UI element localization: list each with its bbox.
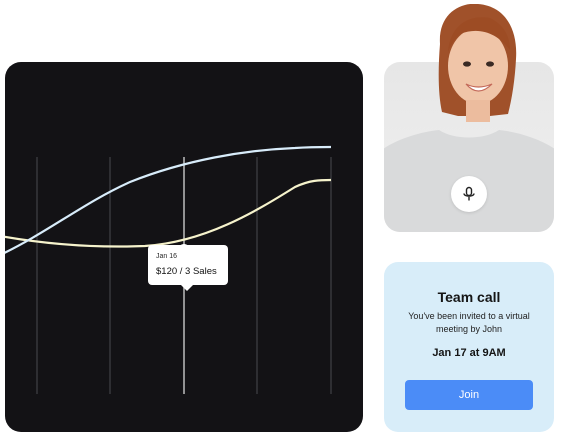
- join-button[interactable]: Join: [405, 380, 533, 410]
- tooltip-value: $120 / 3 Sales: [156, 266, 217, 277]
- invite-title: Team call: [437, 289, 501, 305]
- microphone-button[interactable]: [451, 176, 487, 212]
- invite-description: You've been invited to a virtual meeting…: [408, 311, 530, 334]
- sales-chart-card: Jan 16 $120 / 3 Sales: [5, 62, 363, 432]
- tooltip-date: Jan 16: [156, 253, 178, 260]
- invite-time: Jan 17 at 9AM: [432, 347, 506, 359]
- series-line-yellow: [5, 178, 332, 248]
- series-line-blue: [5, 145, 332, 254]
- microphone-icon: [463, 186, 475, 201]
- chart-tooltip: Jan 16 $120 / 3 Sales: [148, 245, 228, 291]
- meeting-invite-card: Team call You've been invited to a virtu…: [384, 262, 554, 432]
- participant-avatar: [438, 4, 517, 122]
